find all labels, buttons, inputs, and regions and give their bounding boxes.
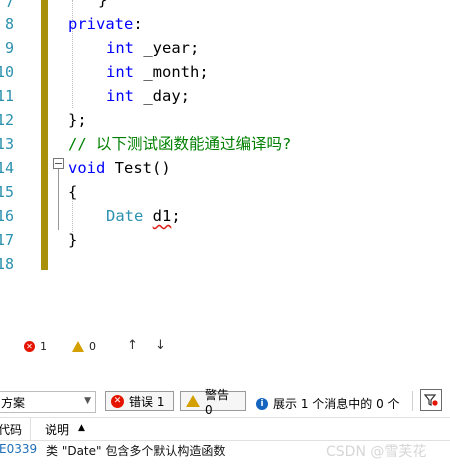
code-comment: // 以下测试函数能通过编译吗? bbox=[68, 135, 292, 153]
line-number: 11 bbox=[0, 87, 14, 105]
keyword-private: private bbox=[68, 15, 134, 33]
filter-toggle-button[interactable] bbox=[420, 389, 442, 411]
line-number: 14 bbox=[0, 159, 14, 177]
filter-icon bbox=[424, 394, 438, 406]
info-icon: i bbox=[256, 397, 268, 410]
code-line: int _day; bbox=[106, 87, 190, 105]
error-squiggle: d1 bbox=[152, 207, 172, 225]
fold-line bbox=[58, 168, 59, 230]
watermark: CSDN @雪芙花 bbox=[326, 444, 427, 460]
error-list-filter-bar: 方案 ▼ ✕ 错误 1 警告 0 i 展示 1 个消息中的 0 个 bbox=[0, 385, 450, 417]
error-count-indicator[interactable]: ✕ 1 bbox=[24, 340, 47, 353]
code-line: private: bbox=[68, 15, 143, 33]
divider bbox=[412, 391, 413, 411]
line-number: 9 bbox=[4, 39, 14, 57]
error-list-header: 代码 说明 ▲ bbox=[0, 417, 450, 441]
next-issue-button[interactable]: ↓ bbox=[155, 338, 166, 353]
code-line: { bbox=[68, 183, 78, 201]
change-indicator-bar bbox=[41, 0, 48, 270]
code-line: int _year; bbox=[106, 39, 200, 57]
line-number-gutter: 7 8 9 10 11 12 13 14 15 16 17 18 bbox=[0, 0, 40, 300]
warnings-filter-button[interactable]: 警告 0 bbox=[180, 388, 246, 417]
sort-ascending-icon: ▲ bbox=[78, 423, 85, 433]
editor-status-bar: ✕ 1 0 ↑ ↓ bbox=[0, 334, 450, 362]
error-code[interactable]: E0339 bbox=[0, 442, 37, 456]
chevron-down-icon: ▼ bbox=[84, 396, 91, 406]
messages-filter-button[interactable]: i 展示 1 个消息中的 0 个 bbox=[256, 395, 400, 412]
line-number: 10 bbox=[0, 63, 14, 81]
errors-filter-button[interactable]: ✕ 错误 1 bbox=[105, 391, 174, 411]
line-number: 13 bbox=[0, 135, 14, 153]
line-number: 8 bbox=[4, 15, 14, 33]
error-description: 类 "Date" 包含多个默认构造函数 bbox=[46, 444, 226, 458]
line-number: 15 bbox=[0, 183, 14, 201]
scope-dropdown[interactable]: 方案 ▼ bbox=[0, 391, 96, 413]
previous-issue-button[interactable]: ↑ bbox=[127, 338, 138, 353]
error-icon: ✕ bbox=[111, 394, 124, 408]
collapse-icon[interactable] bbox=[53, 158, 64, 169]
line-number: 16 bbox=[0, 207, 14, 225]
column-header-code[interactable]: 代码 bbox=[0, 421, 22, 438]
code-line: }; bbox=[68, 111, 87, 129]
code-line: Date d1; bbox=[106, 207, 181, 225]
warning-count-indicator[interactable]: 0 bbox=[72, 340, 96, 353]
error-icon: ✕ bbox=[24, 341, 35, 352]
warning-icon bbox=[72, 341, 84, 352]
code-line: void Test() bbox=[68, 159, 171, 177]
line-number: 18 bbox=[0, 255, 14, 273]
code-line: int _month; bbox=[106, 63, 209, 81]
type-date: Date bbox=[106, 207, 144, 225]
column-header-description[interactable]: 说明 bbox=[45, 421, 69, 438]
line-number: 12 bbox=[0, 111, 14, 129]
warning-icon bbox=[186, 395, 200, 407]
code-editor[interactable]: 7 8 9 10 11 12 13 14 15 16 17 18 } priva… bbox=[0, 0, 450, 300]
line-number: 17 bbox=[0, 231, 14, 249]
code-line: } bbox=[68, 231, 78, 249]
divider bbox=[30, 418, 31, 440]
code-line: } bbox=[98, 0, 108, 9]
